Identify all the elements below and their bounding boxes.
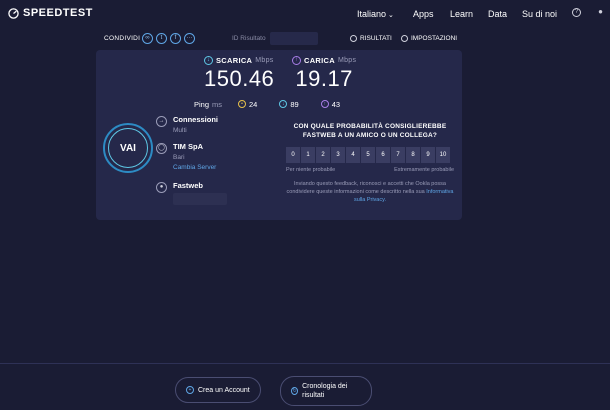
settings-button[interactable]: IMPOSTAZIONI bbox=[401, 35, 457, 42]
history-icon: ↻ bbox=[291, 387, 299, 395]
create-account-label: Crea un Account bbox=[198, 386, 250, 394]
create-account-button[interactable]: + Crea un Account bbox=[175, 377, 261, 403]
survey-option-10[interactable]: 10 bbox=[436, 147, 450, 163]
result-id-value[interactable] bbox=[270, 32, 318, 45]
ping-download-value: 89 bbox=[290, 99, 299, 109]
speedtest-logo[interactable]: SPEEDTEST bbox=[8, 7, 93, 19]
ping-upload-value: 43 bbox=[331, 99, 341, 109]
user-icon[interactable]: ● bbox=[596, 8, 605, 17]
survey-scale: 0 1 2 3 4 5 6 7 8 9 10 bbox=[286, 147, 450, 163]
globe-icon: ◯ bbox=[156, 143, 167, 154]
language-label: Italiano bbox=[357, 9, 387, 19]
share-label: CONDIVIDI bbox=[104, 35, 141, 42]
survey-option-0[interactable]: 0 bbox=[286, 147, 300, 163]
survey-option-7[interactable]: 7 bbox=[391, 147, 405, 163]
user-icon: ● bbox=[156, 182, 167, 193]
download-latency-icon: ↓ bbox=[279, 100, 288, 108]
nav-about[interactable]: Su di noi bbox=[522, 9, 557, 19]
upload-arrow-icon: ↑ bbox=[292, 56, 301, 65]
history-label: Cronologia dei risultati bbox=[302, 383, 348, 399]
download-arrow-icon: ↓ bbox=[204, 56, 213, 65]
results-icon bbox=[350, 35, 357, 42]
ping-row: Ping ms • 24 ↓ 89 ↑ 43 bbox=[194, 98, 340, 110]
upload-value: 19.17 bbox=[295, 66, 353, 91]
survey-option-4[interactable]: 4 bbox=[346, 147, 360, 163]
ping-idle-value: 24 bbox=[249, 99, 258, 109]
survey-note-text: Inviando questo feedback, riconosci e ac… bbox=[286, 181, 446, 195]
survey-panel: CON QUALE PROBABILITÀ CONSIGLIEREBBE FAS… bbox=[286, 122, 454, 203]
results-button[interactable]: RISULTATI bbox=[350, 35, 392, 42]
nav-data[interactable]: Data bbox=[488, 9, 507, 19]
language-select[interactable]: Italiano ⌄ bbox=[357, 9, 394, 19]
nav-apps[interactable]: Apps bbox=[413, 9, 434, 19]
survey-option-6[interactable]: 6 bbox=[376, 147, 390, 163]
result-id-label: ID Risultato bbox=[232, 35, 266, 42]
more-icon[interactable]: ··· bbox=[184, 33, 195, 44]
survey-option-2[interactable]: 2 bbox=[316, 147, 330, 163]
scale-high-label: Estremamente probabile bbox=[394, 167, 454, 173]
ping-label: Ping bbox=[194, 99, 210, 109]
brand-name: SPEEDTEST bbox=[23, 7, 93, 19]
connections-value: Multi bbox=[173, 127, 187, 134]
survey-option-1[interactable]: 1 bbox=[301, 147, 315, 163]
download-metric: ↓ SCARICA Mbps 150.46 bbox=[204, 56, 274, 92]
change-server-link[interactable]: Cambia Server bbox=[173, 164, 216, 171]
survey-option-3[interactable]: 3 bbox=[331, 147, 345, 163]
survey-question: CON QUALE PROBABILITÀ CONSIGLIEREBBE FAS… bbox=[293, 123, 447, 139]
provider-name: Fastweb bbox=[173, 181, 204, 190]
results-history-button[interactable]: ↻ Cronologia dei risultati bbox=[280, 376, 372, 406]
top-navigation: SPEEDTEST Italiano ⌄ Apps Learn Data Su d… bbox=[0, 0, 610, 28]
survey-option-9[interactable]: 9 bbox=[421, 147, 435, 163]
connections-title: Connessioni bbox=[173, 115, 219, 124]
twitter-icon[interactable]: t bbox=[156, 33, 167, 44]
share-row: CONDIVIDI ∞ t f ··· ID Risultato RISULTA… bbox=[104, 32, 464, 47]
upload-latency-icon: ↑ bbox=[320, 100, 329, 108]
download-label: SCARICA bbox=[216, 56, 253, 65]
survey-note: Inviando questo feedback, riconosci e ac… bbox=[286, 180, 454, 204]
survey-option-5[interactable]: 5 bbox=[361, 147, 375, 163]
gear-icon bbox=[401, 35, 408, 42]
provider-row: ● Fastweb bbox=[156, 181, 203, 193]
upload-label: CARICA bbox=[304, 56, 335, 65]
provider-ip bbox=[173, 193, 227, 205]
server-name: TIM SpA bbox=[173, 142, 203, 151]
connections-row[interactable]: → Connessioni Multi bbox=[156, 115, 218, 134]
ping-download: ↓ 89 bbox=[279, 99, 299, 109]
go-button-label: VAI bbox=[108, 128, 148, 168]
server-city: Bari bbox=[173, 154, 185, 161]
upload-metric: ↑ CARICA Mbps 19.17 bbox=[292, 56, 356, 92]
link-icon[interactable]: ∞ bbox=[142, 33, 153, 44]
ping-idle: • 24 bbox=[238, 100, 257, 109]
server-row: ◯ TIM SpA Bari Cambia Server bbox=[156, 142, 216, 171]
settings-label: IMPOSTAZIONI bbox=[411, 35, 458, 42]
upload-unit: Mbps bbox=[337, 57, 357, 64]
facebook-icon[interactable]: f bbox=[170, 33, 181, 44]
bottom-divider bbox=[0, 363, 610, 364]
add-user-icon: + bbox=[186, 386, 194, 394]
idle-latency-icon: • bbox=[238, 100, 247, 108]
survey-option-8[interactable]: 8 bbox=[406, 147, 420, 163]
ping-upload: ↑ 43 bbox=[320, 99, 341, 109]
chevron-down-icon: ⌄ bbox=[388, 12, 394, 19]
help-icon[interactable]: ? bbox=[572, 8, 581, 17]
nav-learn[interactable]: Learn bbox=[450, 9, 473, 19]
connections-icon: → bbox=[156, 116, 167, 127]
download-value: 150.46 bbox=[204, 66, 275, 91]
result-card: ↓ SCARICA Mbps 150.46 ↑ CARICA Mbps 19.1… bbox=[96, 50, 462, 220]
speedometer-icon bbox=[8, 7, 19, 19]
download-unit: Mbps bbox=[255, 57, 274, 64]
results-label: RISULTATI bbox=[360, 35, 392, 42]
go-button[interactable]: VAI bbox=[103, 123, 153, 173]
ping-unit: ms bbox=[212, 99, 223, 109]
scale-low-label: Per niente probabile bbox=[286, 167, 336, 173]
